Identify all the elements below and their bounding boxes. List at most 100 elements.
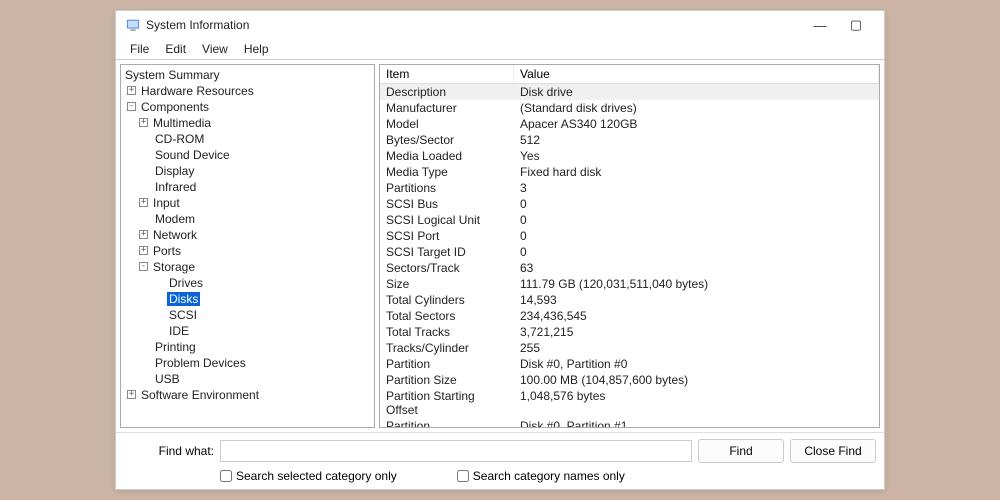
table-body[interactable]: DescriptionDisk driveManufacturer(Standa… [380, 84, 879, 427]
cell-item: Partition [380, 418, 514, 427]
tree-ide[interactable]: IDE [167, 324, 191, 338]
tree-system-summary[interactable]: System Summary [123, 68, 222, 82]
chk-selected-only[interactable]: Search selected category only [220, 469, 397, 483]
maximize-button[interactable]: ▢ [838, 13, 874, 37]
cell-value: 0 [514, 212, 879, 228]
cell-value: 3,721,215 [514, 324, 879, 340]
cell-value: Apacer AS340 120GB [514, 116, 879, 132]
table-row[interactable]: SCSI Target ID0 [380, 244, 879, 260]
tree-infrared[interactable]: Infrared [153, 180, 198, 194]
table-row[interactable]: Partitions3 [380, 180, 879, 196]
tree-ports[interactable]: Ports [151, 244, 183, 258]
tree-drives[interactable]: Drives [167, 276, 205, 290]
tree-hardware-resources[interactable]: Hardware Resources [139, 84, 256, 98]
tree-storage[interactable]: Storage [151, 260, 197, 274]
find-input[interactable] [220, 440, 692, 462]
table-row[interactable]: DescriptionDisk drive [380, 84, 879, 100]
cell-item: SCSI Bus [380, 196, 514, 212]
tree-display[interactable]: Display [153, 164, 196, 178]
cell-item: SCSI Target ID [380, 244, 514, 260]
table-row[interactable]: PartitionDisk #0, Partition #0 [380, 356, 879, 372]
tree-sound[interactable]: Sound Device [153, 148, 232, 162]
tree-disks[interactable]: Disks [167, 292, 200, 306]
menu-help[interactable]: Help [238, 40, 275, 58]
expand-icon[interactable]: + [139, 118, 148, 127]
cell-value: 255 [514, 340, 879, 356]
cell-value: 0 [514, 244, 879, 260]
close-find-button[interactable]: Close Find [790, 439, 876, 463]
table-row[interactable]: SCSI Bus0 [380, 196, 879, 212]
menu-file[interactable]: File [124, 40, 155, 58]
tree-input[interactable]: Input [151, 196, 182, 210]
cell-value: Yes [514, 148, 879, 164]
tree-problem[interactable]: Problem Devices [153, 356, 248, 370]
tree-usb[interactable]: USB [153, 372, 182, 386]
window-title: System Information [146, 18, 249, 32]
titlebar: System Information — ▢ [116, 11, 884, 39]
tree-multimedia[interactable]: Multimedia [151, 116, 213, 130]
menu-edit[interactable]: Edit [159, 40, 192, 58]
cell-value: 3 [514, 180, 879, 196]
cell-item: Partition Size [380, 372, 514, 388]
cell-item: Model [380, 116, 514, 132]
cell-item: Total Tracks [380, 324, 514, 340]
cell-value: 63 [514, 260, 879, 276]
find-bar: Find what: Find Close Find Search select… [116, 432, 884, 489]
expand-icon[interactable]: + [127, 86, 136, 95]
cell-item: Media Loaded [380, 148, 514, 164]
cell-item: Total Sectors [380, 308, 514, 324]
cell-value: Disk #0, Partition #1 [514, 418, 879, 427]
find-label: Find what: [124, 444, 214, 458]
cell-item: Description [380, 84, 514, 100]
expand-icon[interactable]: + [139, 198, 148, 207]
tree-scsi[interactable]: SCSI [167, 308, 199, 322]
cell-item: SCSI Logical Unit [380, 212, 514, 228]
cell-value: 234,436,545 [514, 308, 879, 324]
table-row[interactable]: Media LoadedYes [380, 148, 879, 164]
table-row[interactable]: Sectors/Track63 [380, 260, 879, 276]
table-row[interactable]: Partition Size100.00 MB (104,857,600 byt… [380, 372, 879, 388]
table-row[interactable]: Total Tracks3,721,215 [380, 324, 879, 340]
category-tree[interactable]: System Summary +Hardware Resources -Comp… [120, 64, 375, 428]
table-row[interactable]: PartitionDisk #0, Partition #1 [380, 418, 879, 427]
find-button[interactable]: Find [698, 439, 784, 463]
menubar: File Edit View Help [116, 39, 884, 59]
table-row[interactable]: SCSI Port0 [380, 228, 879, 244]
table-row[interactable]: Size111.79 GB (120,031,511,040 bytes) [380, 276, 879, 292]
cell-item: Media Type [380, 164, 514, 180]
table-row[interactable]: Bytes/Sector512 [380, 132, 879, 148]
table-row[interactable]: SCSI Logical Unit0 [380, 212, 879, 228]
collapse-icon[interactable]: - [139, 262, 148, 271]
cell-item: Total Cylinders [380, 292, 514, 308]
expand-icon[interactable]: + [127, 390, 136, 399]
chk-selected-only-box[interactable] [220, 470, 232, 482]
header-value[interactable]: Value [514, 65, 879, 83]
table-row[interactable]: Media TypeFixed hard disk [380, 164, 879, 180]
table-header: Item Value [380, 65, 879, 84]
minimize-button[interactable]: — [802, 13, 838, 37]
app-window: System Information — ▢ File Edit View He… [115, 10, 885, 490]
table-row[interactable]: ModelApacer AS340 120GB [380, 116, 879, 132]
tree-network[interactable]: Network [151, 228, 199, 242]
header-item[interactable]: Item [380, 65, 514, 83]
table-row[interactable]: Partition Starting Offset1,048,576 bytes [380, 388, 879, 418]
tree-components[interactable]: Components [139, 100, 211, 114]
table-row[interactable]: Manufacturer(Standard disk drives) [380, 100, 879, 116]
table-row[interactable]: Total Cylinders14,593 [380, 292, 879, 308]
table-row[interactable]: Tracks/Cylinder255 [380, 340, 879, 356]
cell-value: 0 [514, 228, 879, 244]
table-row[interactable]: Total Sectors234,436,545 [380, 308, 879, 324]
chk-names-only-box[interactable] [457, 470, 469, 482]
collapse-icon[interactable]: - [127, 102, 136, 111]
tree-modem[interactable]: Modem [153, 212, 197, 226]
expand-icon[interactable]: + [139, 230, 148, 239]
chk-names-only[interactable]: Search category names only [457, 469, 625, 483]
cell-item: Partition [380, 356, 514, 372]
cell-value: 14,593 [514, 292, 879, 308]
expand-icon[interactable]: + [139, 246, 148, 255]
tree-cdrom[interactable]: CD-ROM [153, 132, 206, 146]
menu-view[interactable]: View [196, 40, 234, 58]
content-area: System Summary +Hardware Resources -Comp… [116, 59, 884, 432]
tree-printing[interactable]: Printing [153, 340, 198, 354]
tree-software[interactable]: Software Environment [139, 388, 261, 402]
